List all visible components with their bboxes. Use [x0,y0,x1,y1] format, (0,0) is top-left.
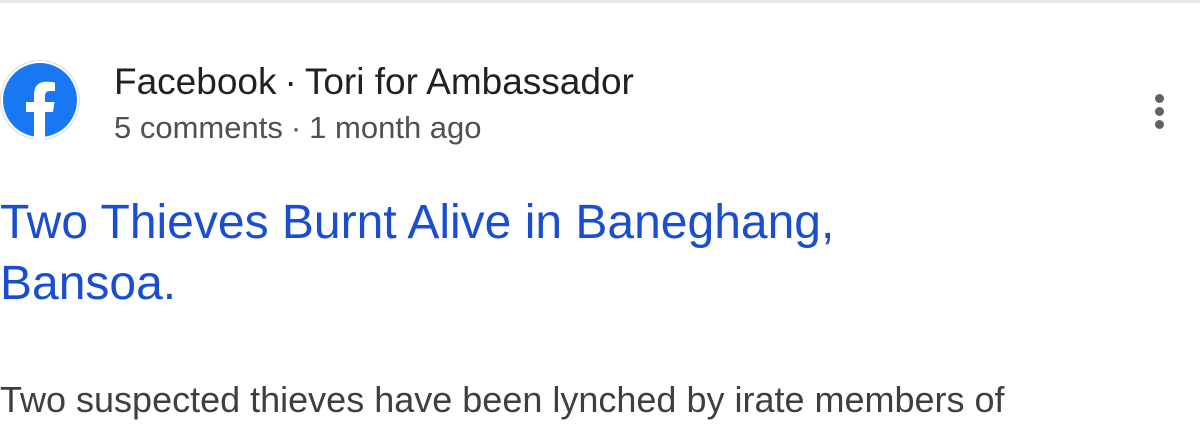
source-site-line: Facebook · Tori for Ambassador [114,60,634,104]
more-vert-icon-dot [1155,107,1164,116]
result-title-line2: Bansoa. [0,257,177,310]
separator-dot: · [284,61,297,102]
more-vert-icon [1155,94,1164,103]
result-snippet: Two suspected thieves have been lynched … [0,379,1005,420]
source-text: Facebook · Tori for Ambassador 5 comments ·… [114,60,634,148]
more-vert-icon-dot [1155,120,1164,129]
time-ago: 1 month ago [309,110,482,145]
more-options-button[interactable] [1140,90,1182,132]
source-site-name: Facebook [114,61,277,102]
result-title-line1: Two Thieves Burnt Alive in Baneghang, [0,196,835,249]
result-source-row[interactable]: Facebook · Tori for Ambassador 5 comments ·… [0,58,1200,148]
separator-dot: · [290,110,302,145]
source-page-name: Tori for Ambassador [304,61,634,102]
search-result-card: Facebook · Tori for Ambassador 5 comments ·… [0,0,1200,433]
comments-count: 5 comments [114,110,283,145]
result-title-link[interactable]: Two Thieves Burnt Alive in Baneghang, Ba… [0,192,1120,314]
source-meta-line: 5 comments · 1 month ago [114,108,634,148]
search-results-page: Facebook · Tori for Ambassador 5 comments ·… [0,0,1200,433]
facebook-icon [0,60,80,140]
